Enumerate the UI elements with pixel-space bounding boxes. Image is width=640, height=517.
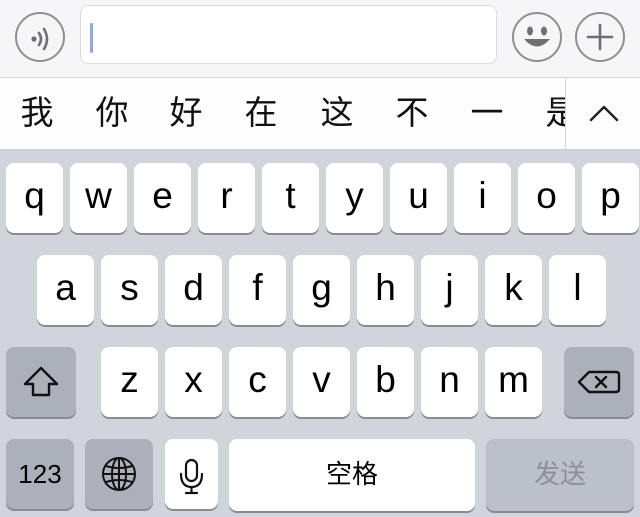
key-d[interactable]: d	[165, 255, 222, 325]
key-b[interactable]: b	[357, 347, 414, 417]
key-p[interactable]: p	[582, 163, 639, 233]
candidate-word[interactable]: 你	[87, 88, 137, 138]
dictation-key[interactable]	[165, 439, 218, 509]
key-i[interactable]: i	[454, 163, 511, 233]
globe-key[interactable]	[85, 439, 153, 509]
send-key[interactable]: 发送	[486, 439, 634, 511]
key-l[interactable]: l	[549, 255, 606, 325]
key-j[interactable]: j	[421, 255, 478, 325]
text-caret	[90, 23, 93, 53]
key-x[interactable]: x	[165, 347, 222, 417]
message-input[interactable]	[80, 5, 497, 64]
key-c[interactable]: c	[229, 347, 286, 417]
add-button[interactable]	[575, 12, 625, 62]
key-w[interactable]: w	[70, 163, 127, 233]
key-o[interactable]: o	[518, 163, 575, 233]
key-s[interactable]: s	[101, 255, 158, 325]
key-g[interactable]: g	[293, 255, 350, 325]
space-key[interactable]: 空格	[229, 439, 475, 511]
shift-key[interactable]	[6, 347, 76, 417]
key-u[interactable]: u	[390, 163, 447, 233]
key-z[interactable]: z	[101, 347, 158, 417]
candidate-word[interactable]: 不	[387, 88, 437, 138]
candidate-word[interactable]: 好	[161, 88, 211, 138]
candidate-word[interactable]: 一	[462, 88, 512, 138]
key-n[interactable]: n	[421, 347, 478, 417]
key-t[interactable]: t	[262, 163, 319, 233]
key-a[interactable]: a	[37, 255, 94, 325]
candidate-word[interactable]: 我	[12, 88, 62, 138]
backspace-key[interactable]	[564, 347, 634, 417]
emoji-button[interactable]	[512, 12, 562, 62]
key-m[interactable]: m	[485, 347, 542, 417]
expand-candidates-button[interactable]	[565, 78, 640, 149]
candidate-word[interactable]: 在	[236, 88, 286, 138]
candidate-word[interactable]: 这	[312, 88, 362, 138]
candidate-bar: 我 你 好 在 这 不 一 是	[0, 78, 640, 150]
key-e[interactable]: e	[134, 163, 191, 233]
key-r[interactable]: r	[198, 163, 255, 233]
key-f[interactable]: f	[229, 255, 286, 325]
numbers-key[interactable]: 123	[6, 439, 74, 509]
key-v[interactable]: v	[293, 347, 350, 417]
voice-input-button[interactable]	[15, 12, 65, 62]
key-y[interactable]: y	[326, 163, 383, 233]
input-bar	[0, 0, 640, 78]
key-k[interactable]: k	[485, 255, 542, 325]
key-q[interactable]: q	[6, 163, 63, 233]
key-h[interactable]: h	[357, 255, 414, 325]
